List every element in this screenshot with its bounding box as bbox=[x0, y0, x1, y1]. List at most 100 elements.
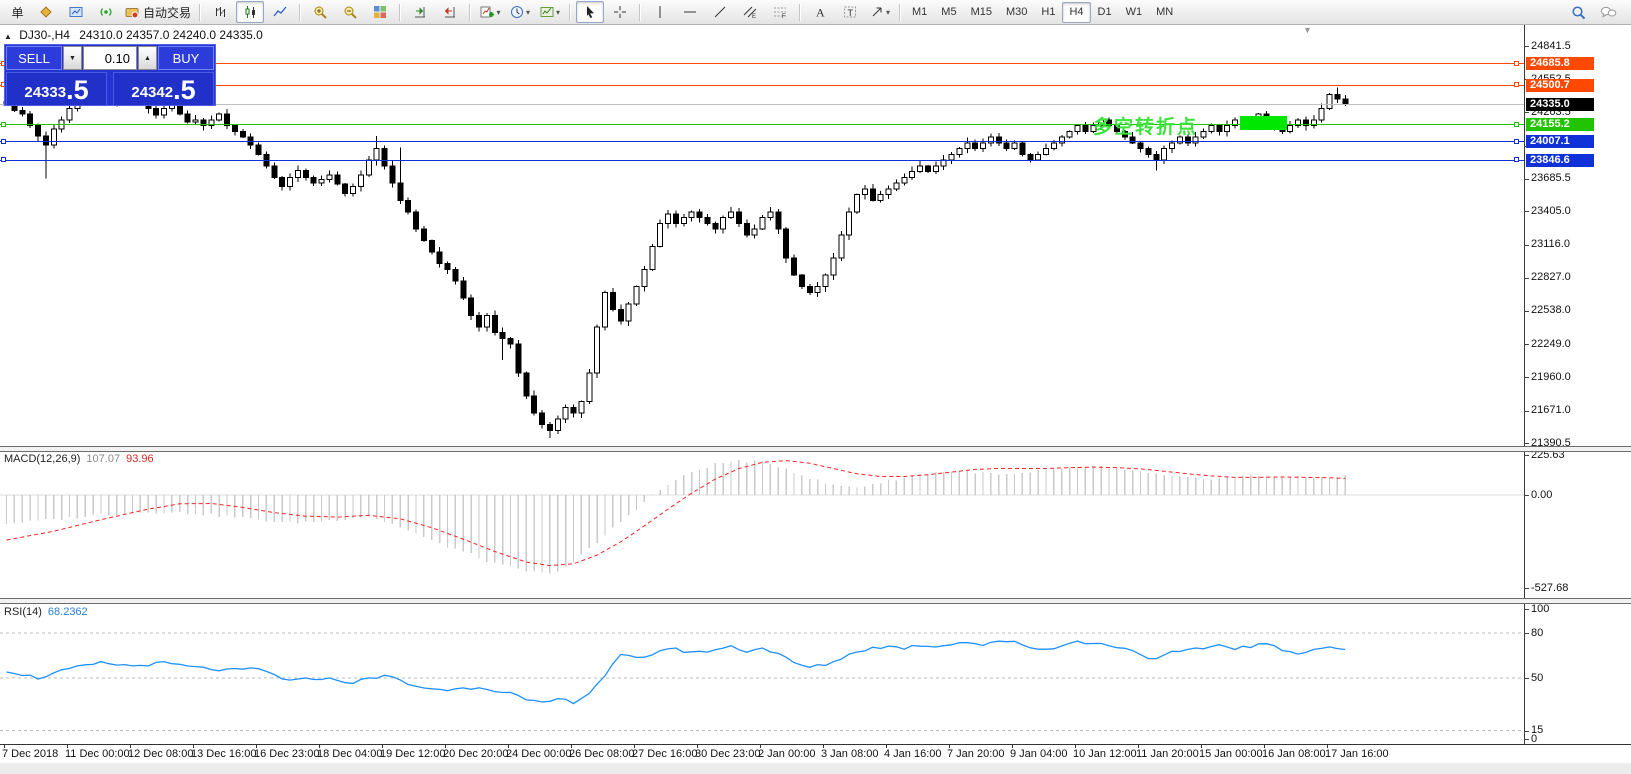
price-axis-tick bbox=[1524, 377, 1529, 378]
candle-body bbox=[1319, 108, 1324, 120]
hline-icon[interactable] bbox=[676, 1, 704, 23]
charts-window-icon[interactable] bbox=[62, 1, 90, 23]
candle-body bbox=[1012, 143, 1017, 149]
candle-body bbox=[807, 287, 812, 293]
fibonacci-icon[interactable]: F bbox=[766, 1, 794, 23]
buy-button[interactable]: BUY bbox=[158, 46, 214, 70]
timeframe-button-w1[interactable]: W1 bbox=[1119, 2, 1150, 23]
price-level-line[interactable] bbox=[0, 141, 1524, 142]
zoom-out-icon[interactable] bbox=[336, 1, 364, 23]
candle-body bbox=[280, 177, 285, 186]
candle-body bbox=[626, 304, 631, 321]
price-axis-label: 21671.0 bbox=[1531, 404, 1571, 416]
timeframe-button-h1[interactable]: H1 bbox=[1034, 2, 1062, 23]
crosshair-icon[interactable] bbox=[606, 1, 634, 23]
candle-body bbox=[744, 223, 749, 235]
candle-body bbox=[540, 413, 545, 425]
timeframe-button-m1[interactable]: M1 bbox=[905, 2, 934, 23]
line-handle[interactable] bbox=[1514, 61, 1519, 66]
autotrade-icon[interactable]: 自动交易 bbox=[122, 1, 194, 23]
candle-body bbox=[453, 269, 458, 281]
candle-body bbox=[555, 419, 560, 431]
candle-body bbox=[894, 183, 899, 189]
line-handle[interactable] bbox=[1514, 157, 1519, 162]
sell-price-display[interactable]: 24333 .5 bbox=[6, 72, 107, 106]
price-level-line[interactable] bbox=[0, 63, 1524, 64]
toolbar-separator bbox=[399, 4, 401, 21]
chat-icon[interactable] bbox=[1594, 1, 1622, 23]
line-handle[interactable] bbox=[1514, 82, 1519, 87]
time-axis-label: 3 Jan 08:00 bbox=[821, 748, 879, 760]
candle-body bbox=[965, 143, 970, 149]
line-handle[interactable] bbox=[1, 139, 6, 144]
time-axis-label: 10 Jan 12:00 bbox=[1073, 748, 1137, 760]
text-icon[interactable]: A bbox=[806, 1, 834, 23]
price-axis-tick bbox=[1524, 411, 1529, 412]
price-level-line[interactable] bbox=[0, 85, 1524, 86]
autoscroll-icon[interactable] bbox=[406, 1, 434, 23]
shapes-icon[interactable]: ▾ bbox=[866, 1, 894, 23]
template-icon[interactable]: ▾ bbox=[536, 1, 564, 23]
trendline-icon[interactable] bbox=[706, 1, 734, 23]
chart-shift-icon[interactable] bbox=[436, 1, 464, 23]
highlight-box[interactable] bbox=[1240, 116, 1287, 130]
macd-signal-value: 93.96 bbox=[126, 453, 154, 465]
volume-input[interactable] bbox=[83, 46, 137, 70]
time-axis-label: 4 Jan 16:00 bbox=[884, 748, 942, 760]
line-handle[interactable] bbox=[1, 122, 6, 127]
price-axis-tick bbox=[1524, 211, 1529, 212]
volume-increase-button[interactable]: ▲ bbox=[138, 46, 157, 70]
time-axis-label: 13 Dec 16:00 bbox=[191, 748, 256, 760]
candle-body bbox=[595, 327, 600, 373]
macd-axis-tick bbox=[1524, 455, 1529, 456]
pane-separator-macd[interactable] bbox=[0, 446, 1631, 452]
volume-decrease-button[interactable]: ▼ bbox=[63, 46, 82, 70]
sell-button[interactable]: SELL bbox=[6, 46, 62, 70]
bar-chart-icon[interactable] bbox=[206, 1, 234, 23]
line-handle[interactable] bbox=[1514, 139, 1519, 144]
timeframe-button-m15[interactable]: M15 bbox=[964, 2, 999, 23]
line-chart-icon[interactable] bbox=[266, 1, 294, 23]
annotation-text[interactable]: 多空转折点 bbox=[1093, 112, 1198, 139]
tile-windows-icon[interactable] bbox=[366, 1, 394, 23]
cursor-icon[interactable] bbox=[576, 1, 604, 23]
timeframe-button-h4[interactable]: H4 bbox=[1062, 2, 1090, 23]
zoom-in-icon[interactable] bbox=[306, 1, 334, 23]
candlestick-icon[interactable] bbox=[236, 1, 264, 23]
candle-body bbox=[295, 170, 300, 177]
search-icon[interactable] bbox=[1564, 1, 1592, 23]
candle-body bbox=[36, 126, 41, 136]
new-chart-icon[interactable]: ▾ bbox=[476, 1, 504, 23]
chevron-down-icon: ▾ bbox=[556, 8, 560, 17]
price-level-line[interactable] bbox=[0, 160, 1524, 161]
timeframe-button-mn[interactable]: MN bbox=[1149, 2, 1180, 23]
gold-diamond-icon[interactable] bbox=[32, 1, 60, 23]
line-handle[interactable] bbox=[1514, 122, 1519, 127]
pane-separator-rsi[interactable] bbox=[0, 598, 1631, 604]
candle-body bbox=[981, 143, 986, 149]
candle-body bbox=[484, 315, 489, 327]
timeframe-button-d1[interactable]: D1 bbox=[1091, 2, 1119, 23]
window-bottom-strip bbox=[0, 763, 1631, 774]
buy-price-pip: .5 bbox=[173, 77, 196, 103]
chevron-down-icon: ▾ bbox=[886, 8, 890, 17]
timeframe-button-m30[interactable]: M30 bbox=[999, 2, 1034, 23]
time-axis-label: 11 Dec 00:00 bbox=[65, 748, 130, 760]
period-clock-icon[interactable]: ▾ bbox=[506, 1, 534, 23]
price-level-line[interactable] bbox=[0, 124, 1524, 125]
candle-body bbox=[658, 223, 663, 246]
timeframe-button-m5[interactable]: M5 bbox=[934, 2, 963, 23]
rsi-axis-tick bbox=[1524, 633, 1529, 634]
price-level-line[interactable] bbox=[0, 104, 1524, 105]
vline-icon[interactable] bbox=[646, 1, 674, 23]
channel-icon[interactable]: E bbox=[736, 1, 764, 23]
candle-body bbox=[500, 333, 505, 339]
new-order-partial-button[interactable]: 单 bbox=[2, 1, 30, 23]
candle-body bbox=[1327, 94, 1332, 108]
buy-price-display[interactable]: 24342 .5 bbox=[113, 72, 214, 106]
label-icon[interactable]: T bbox=[836, 1, 864, 23]
collapse-icon[interactable]: ▲ bbox=[4, 32, 12, 41]
candle-body bbox=[1083, 126, 1088, 132]
line-handle[interactable] bbox=[1, 157, 6, 162]
signal-icon[interactable] bbox=[92, 1, 120, 23]
